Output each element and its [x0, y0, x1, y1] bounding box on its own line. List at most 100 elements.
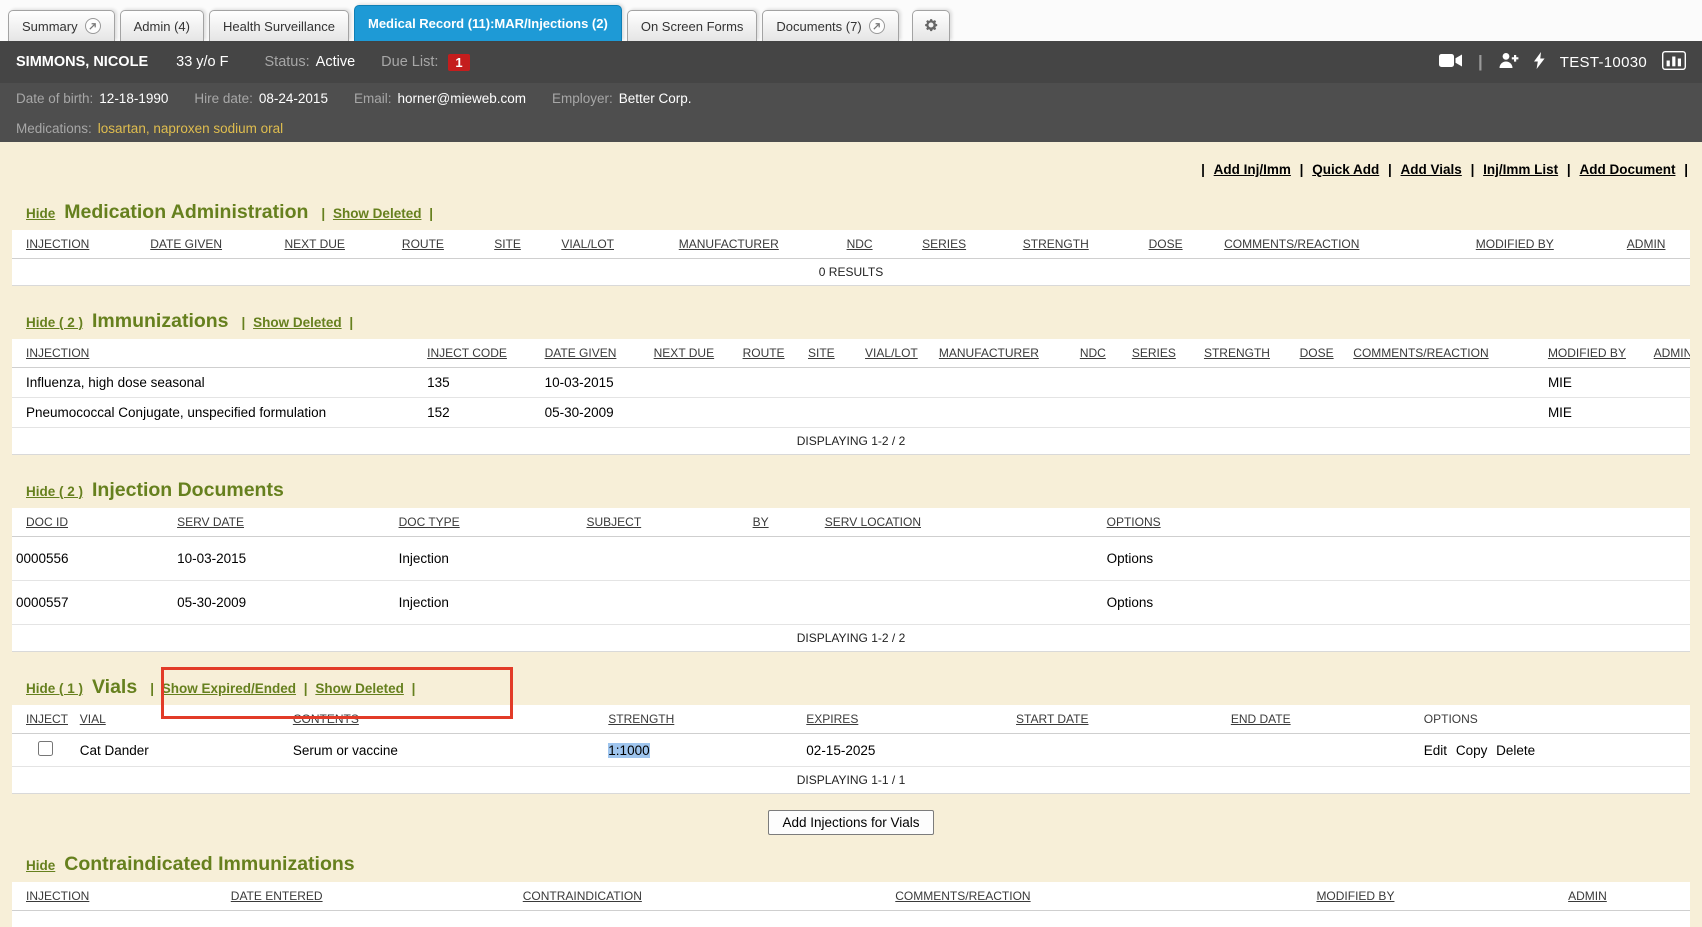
column-header[interactable]: ADMIN — [1623, 230, 1690, 259]
immunizations-table: INJECTION INJECT CODE DATE GIVEN NEXT DU… — [12, 339, 1690, 455]
patient-banner: SIMMONS, NICOLE 33 y/o F Status: Active … — [0, 41, 1702, 142]
column-header[interactable]: MANUFACTURER — [675, 230, 843, 259]
column-header[interactable]: DOSE — [1145, 230, 1221, 259]
add-vials-link[interactable]: Add Vials — [1401, 162, 1462, 177]
add-inj-imm-link[interactable]: Add Inj/Imm — [1214, 162, 1291, 177]
column-header[interactable]: VIAL — [76, 705, 289, 734]
delete-link[interactable]: Delete — [1496, 743, 1535, 758]
separator: | — [1300, 162, 1304, 177]
column-header[interactable]: VIAL/LOT — [861, 339, 935, 368]
medications-value[interactable]: losartan, naproxen sodium oral — [98, 121, 283, 136]
column-header[interactable]: ROUTE — [398, 230, 490, 259]
separator: | — [1388, 162, 1392, 177]
column-header[interactable]: EXPIRES — [802, 705, 1012, 734]
column-header[interactable]: MODIFIED BY — [1544, 339, 1650, 368]
column-header[interactable]: STRENGTH — [604, 705, 802, 734]
column-header[interactable]: ADMIN — [1564, 882, 1690, 911]
column-header[interactable]: INJECTION — [12, 339, 423, 368]
options-menu[interactable]: Options — [1103, 581, 1690, 625]
tab-health-surveillance[interactable]: Health Surveillance — [209, 10, 349, 41]
column-header[interactable]: COMMENTS/REACTION — [1349, 339, 1544, 368]
copy-link[interactable]: Copy — [1456, 743, 1488, 758]
column-header[interactable]: COMMENTS/REACTION — [891, 882, 1312, 911]
user-add-icon[interactable] — [1498, 52, 1519, 73]
column-header[interactable]: SERV DATE — [173, 508, 394, 537]
column-header[interactable]: MANUFACTURER — [935, 339, 1076, 368]
column-header[interactable]: SERIES — [918, 230, 1019, 259]
column-header[interactable]: ROUTE — [739, 339, 804, 368]
column-header[interactable]: DOC ID — [12, 508, 173, 537]
settings-tab[interactable] — [912, 10, 950, 41]
strength-cell: 1:1000 — [604, 734, 802, 767]
column-header[interactable]: BY — [749, 508, 821, 537]
separator: | — [1567, 162, 1571, 177]
hide-link[interactable]: Hide — [26, 206, 55, 221]
column-header[interactable]: MODIFIED BY — [1312, 882, 1564, 911]
column-header[interactable]: DATE ENTERED — [227, 882, 519, 911]
separator: | — [321, 206, 325, 221]
options-menu[interactable]: Options — [1103, 537, 1690, 581]
show-expired-ended-link[interactable]: Show Expired/Ended — [162, 681, 296, 696]
table-row[interactable]: Cat Dander Serum or vaccine 1:1000 02-15… — [12, 734, 1690, 767]
column-header[interactable]: ADMIN — [1650, 339, 1690, 368]
column-header[interactable]: MODIFIED BY — [1472, 230, 1623, 259]
column-header[interactable]: NDC — [1076, 339, 1128, 368]
column-header[interactable]: DOC TYPE — [395, 508, 583, 537]
vial-name-cell: Cat Dander — [76, 734, 289, 767]
quick-add-link[interactable]: Quick Add — [1312, 162, 1379, 177]
column-header[interactable]: SERIES — [1128, 339, 1200, 368]
column-header[interactable]: START DATE — [1012, 705, 1227, 734]
tab-documents[interactable]: Documents (7) — [762, 10, 898, 41]
table-row[interactable]: Pneumococcal Conjugate, unspecified form… — [12, 398, 1690, 428]
doc-id-cell[interactable]: 0000557 — [12, 581, 173, 625]
table-row[interactable]: 0000557 05-30-2009 Injection Options — [12, 581, 1690, 625]
column-header[interactable]: NEXT DUE — [280, 230, 397, 259]
column-header[interactable]: COMMENTS/REACTION — [1220, 230, 1472, 259]
show-deleted-link[interactable]: Show Deleted — [315, 681, 404, 696]
column-header[interactable]: VIAL/LOT — [557, 230, 674, 259]
table-row[interactable]: 0000556 10-03-2015 Injection Options — [12, 537, 1690, 581]
popout-icon[interactable] — [869, 18, 885, 34]
column-header[interactable]: INJECTION — [12, 230, 146, 259]
video-call-icon[interactable] — [1439, 53, 1463, 72]
popout-icon[interactable] — [85, 18, 101, 34]
hide-link[interactable]: Hide — [26, 858, 55, 873]
column-header[interactable]: CONTRAINDICATION — [519, 882, 892, 911]
table-row[interactable]: Influenza, high dose seasonal 135 10-03-… — [12, 368, 1690, 398]
doc-id-cell[interactable]: 0000556 — [12, 537, 173, 581]
column-header[interactable]: DOSE — [1296, 339, 1350, 368]
column-header[interactable]: INJECTION — [12, 882, 227, 911]
column-header[interactable]: INJECT — [12, 705, 76, 734]
column-header[interactable]: DATE GIVEN — [541, 339, 650, 368]
tab-medical-record[interactable]: Medical Record (11):MAR/Injections (2) — [354, 5, 622, 41]
column-header[interactable]: SERV LOCATION — [821, 508, 1103, 537]
column-header[interactable]: END DATE — [1227, 705, 1420, 734]
due-list-badge[interactable]: 1 — [448, 54, 469, 71]
bar-chart-icon[interactable] — [1662, 51, 1686, 74]
add-document-link[interactable]: Add Document — [1579, 162, 1675, 177]
column-header[interactable]: CONTENTS — [289, 705, 604, 734]
hide-link[interactable]: Hide ( 1 ) — [26, 681, 83, 696]
column-header[interactable]: SITE — [804, 339, 861, 368]
show-deleted-link[interactable]: Show Deleted — [333, 206, 422, 221]
show-deleted-link[interactable]: Show Deleted — [253, 315, 342, 330]
vial-inject-checkbox[interactable] — [38, 741, 53, 756]
hide-link[interactable]: Hide ( 2 ) — [26, 484, 83, 499]
inj-imm-list-link[interactable]: Inj/Imm List — [1483, 162, 1558, 177]
column-header[interactable]: SUBJECT — [582, 508, 748, 537]
section-vials: Hide ( 1 ) Vials | Show Expired/Ended | … — [12, 676, 1690, 794]
column-header[interactable]: NDC — [843, 230, 919, 259]
column-header[interactable]: INJECT CODE — [423, 339, 540, 368]
column-header[interactable]: STRENGTH — [1200, 339, 1296, 368]
column-header[interactable]: DATE GIVEN — [146, 230, 280, 259]
column-header[interactable]: NEXT DUE — [650, 339, 739, 368]
column-header[interactable]: SITE — [490, 230, 557, 259]
column-header[interactable]: OPTIONS — [1103, 508, 1690, 537]
add-injections-for-vials-button[interactable]: Add Injections for Vials — [768, 810, 933, 835]
hide-link[interactable]: Hide ( 2 ) — [26, 315, 83, 330]
tab-admin[interactable]: Admin (4) — [120, 10, 204, 41]
edit-link[interactable]: Edit — [1424, 743, 1447, 758]
tab-summary[interactable]: Summary — [8, 10, 115, 41]
column-header[interactable]: STRENGTH — [1019, 230, 1145, 259]
tab-on-screen-forms[interactable]: On Screen Forms — [627, 10, 758, 41]
